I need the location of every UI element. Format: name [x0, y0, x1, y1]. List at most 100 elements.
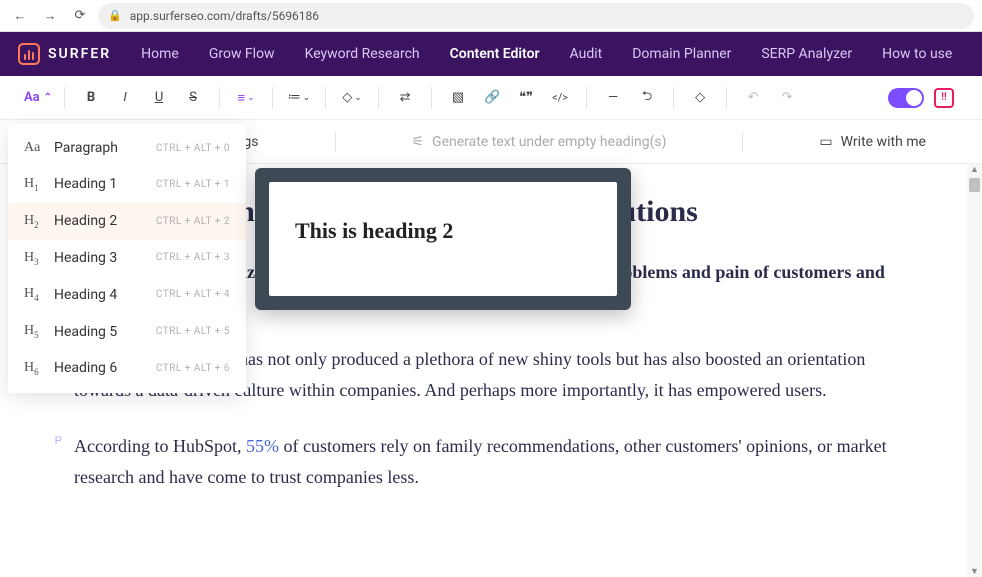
nav-serp-analyzer[interactable]: SERP Analyzer	[761, 46, 852, 62]
heading-label: Heading 3	[54, 250, 117, 266]
heading-shortcut: CTRL + ALT + 4	[156, 289, 230, 300]
nav-keyword-research[interactable]: Keyword Research	[305, 46, 420, 62]
chevron-down-icon: ⌄	[303, 93, 311, 103]
heading-shortcut: CTRL + ALT + 6	[156, 363, 230, 374]
heading-shortcut: CTRL + ALT + 1	[156, 179, 230, 190]
separator	[431, 87, 432, 109]
nav-content-editor[interactable]: Content Editor	[450, 46, 540, 62]
separator	[726, 87, 727, 109]
separator	[742, 132, 743, 152]
ai-generate-text[interactable]: ⚟ Generate text under empty heading(s)	[411, 134, 666, 150]
scroll-up-arrow[interactable]: ▲	[969, 164, 980, 175]
ai-write-label: Write with me	[841, 134, 926, 150]
address-bar[interactable]: 🔒 app.surferseo.com/drafts/5696186	[98, 3, 974, 29]
logo-mark-icon	[18, 43, 40, 65]
dropdown-item-heading-5[interactable]: H5 Heading 5 CTRL + ALT + 5	[8, 313, 246, 350]
text-style-dropdown: Aa Paragraph CTRL + ALT + 0 H1 Heading 1 CTRL…	[8, 124, 246, 393]
nav-domain-planner[interactable]: Domain Planner	[632, 46, 731, 62]
heading-ico: H1	[24, 176, 44, 193]
reload-button[interactable]: ⟳	[68, 4, 92, 28]
heading-preview-tooltip: This is heading 2	[255, 168, 631, 310]
link-button[interactable]: 🔗	[478, 84, 506, 112]
code-button[interactable]: </>	[546, 84, 574, 112]
heading-label: Heading 5	[54, 324, 117, 340]
heading-label: Heading 2	[54, 213, 117, 229]
italic-button[interactable]: I	[111, 84, 139, 112]
eraser-icon: ◇	[695, 90, 705, 105]
dropdown-item-heading-4[interactable]: H4 Heading 4 CTRL + ALT + 4	[8, 276, 246, 313]
dropdown-item-heading-6[interactable]: H6 Heading 6 CTRL + ALT + 6	[8, 350, 246, 387]
heading-ico: H3	[24, 250, 44, 267]
lock-icon: 🔒	[108, 9, 122, 22]
ai-generate-label: Generate text under empty heading(s)	[432, 134, 666, 150]
nav-home[interactable]: Home	[141, 46, 179, 62]
scroll-down-arrow[interactable]: ▼	[969, 566, 980, 577]
heading-ico: H5	[24, 323, 44, 340]
heading-preview-text: This is heading 2	[269, 182, 617, 296]
scrollbar-thumb[interactable]	[969, 178, 980, 192]
scrollbar[interactable]: ▲ ▼	[967, 164, 982, 577]
heading-label: Heading 1	[54, 176, 117, 192]
separator	[325, 87, 326, 109]
strike-button[interactable]: S	[179, 84, 207, 112]
dropdown-item-heading-1[interactable]: H1 Heading 1 CTRL + ALT + 1	[8, 166, 246, 203]
generate-icon: ⚟	[411, 134, 424, 150]
chevron-down-icon: ⌄	[354, 93, 362, 103]
write-icon: ▭	[819, 134, 832, 150]
heading-label: Heading 4	[54, 287, 117, 303]
nav-how-to-use[interactable]: How to use	[882, 46, 952, 62]
surfer-top-nav: SURFER Home Grow Flow Keyword Research C…	[0, 32, 982, 76]
highlight-button[interactable]: ◇ ⌄	[338, 84, 366, 112]
dropdown-item-heading-3[interactable]: H3Heading 3CTRL + ALT + 3	[8, 240, 246, 277]
dropdown-item-heading-2[interactable]: H2Heading 2CTRL + ALT + 2	[8, 203, 246, 240]
browser-chrome: ← → ⟳ 🔒 app.surferseo.com/drafts/5696186	[0, 0, 982, 32]
forward-button[interactable]: →	[38, 4, 62, 28]
toggle-switch[interactable]	[888, 88, 924, 108]
editor-toolbar: Aa ⌃ B I U S ≡ ⌄ ≔ ⌄ ◇ ⌄ ⇄ ▧ 🔗 ❝❞ </> — …	[0, 76, 982, 120]
aa-label: Aa	[24, 90, 40, 105]
insert-button[interactable]: ⇄	[391, 84, 419, 112]
text-style-button[interactable]: Aa ⌃	[24, 84, 52, 112]
align-button[interactable]: ≡ ⌄	[232, 84, 260, 112]
gutter-p: P	[50, 431, 62, 447]
surfer-logo[interactable]: SURFER	[18, 43, 111, 65]
redo-button[interactable]: ↷	[773, 84, 801, 112]
undo-format-button[interactable]: ⮌	[633, 84, 661, 112]
heading-label: Paragraph	[54, 140, 118, 156]
back-button[interactable]: ←	[8, 4, 32, 28]
stop-button[interactable]: !!	[930, 84, 958, 112]
nav-grow-flow[interactable]: Grow Flow	[209, 46, 275, 62]
heading-label: Heading 6	[54, 360, 117, 376]
heading-ico: H4	[24, 286, 44, 303]
heading-shortcut: CTRL + ALT + 5	[156, 326, 230, 337]
bold-button[interactable]: B	[77, 84, 105, 112]
chevron-down-icon: ⌄	[247, 93, 255, 103]
separator	[378, 87, 379, 109]
heading-ico: Aa	[24, 140, 44, 156]
eraser-button[interactable]: ◇	[686, 84, 714, 112]
heading-ico: H6	[24, 360, 44, 377]
separator	[64, 87, 65, 109]
list-button[interactable]: ≔ ⌄	[285, 84, 313, 112]
quote-button[interactable]: ❝❞	[512, 84, 540, 112]
separator	[335, 132, 336, 152]
ai-write-with-me[interactable]: ▭ Write with me	[819, 134, 926, 150]
image-icon: ▧	[452, 90, 464, 105]
underline-button[interactable]: U	[145, 84, 173, 112]
dropdown-item-paragraph[interactable]: Aa Paragraph CTRL + ALT + 0	[8, 130, 246, 166]
separator	[272, 87, 273, 109]
heading-ico: H2	[24, 213, 44, 230]
link-55-percent[interactable]: 55%	[246, 436, 279, 456]
link-icon: 🔗	[484, 90, 500, 105]
heading-shortcut: CTRL + ALT + 0	[156, 143, 230, 154]
separator	[673, 87, 674, 109]
hr-button[interactable]: —	[599, 84, 627, 112]
chevron-up-icon: ⌃	[44, 92, 52, 103]
undo-button[interactable]: ↶	[739, 84, 767, 112]
stop-icon: !!	[934, 88, 954, 108]
quote-icon: ❝❞	[519, 90, 533, 105]
url-text: app.surferseo.com/drafts/5696186	[130, 9, 319, 23]
nav-audit[interactable]: Audit	[570, 46, 603, 62]
image-button[interactable]: ▧	[444, 84, 472, 112]
paragraph-3[interactable]: According to HubSpot, 55% of customers r…	[74, 431, 902, 494]
